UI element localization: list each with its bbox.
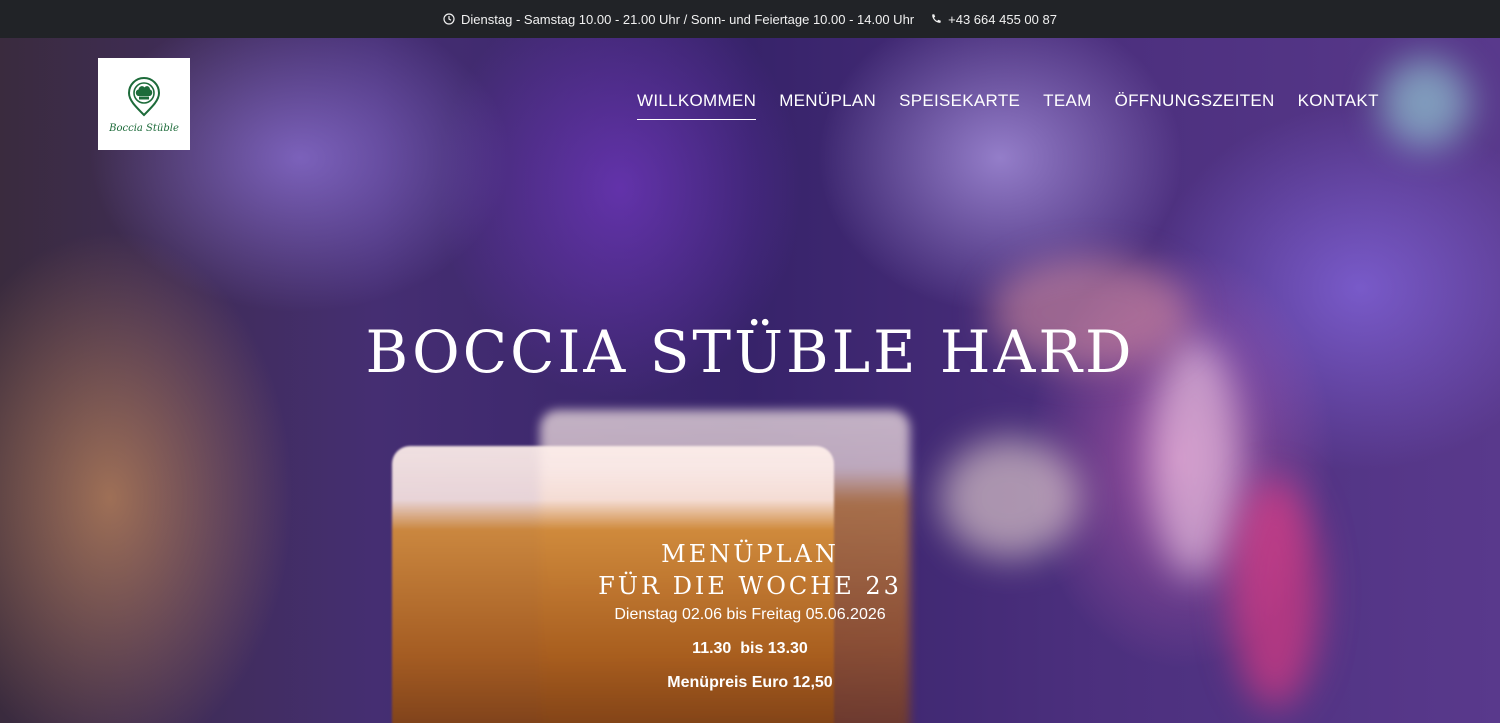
menu-price: Menüpreis Euro 12,50 <box>667 674 833 691</box>
nav-item-team[interactable]: TEAM <box>1043 91 1091 120</box>
nav-item-oeffnungszeiten[interactable]: ÖFFNUNGSZEITEN <box>1115 91 1275 120</box>
menu-heading-line1: MENÜPLAN <box>661 540 839 568</box>
top-info-bar: Dienstag - Samstag 10.00 - 21.00 Uhr / S… <box>0 0 1500 38</box>
menu-dates: Dienstag 02.06 bis Freitag 05.06.2026 <box>614 606 886 623</box>
weekly-menu-info: MENÜPLAN FÜR DIE WOCHE 23 Dienstag 02.06… <box>0 538 1500 694</box>
clock-icon <box>443 13 455 25</box>
main-navigation: WILLKOMMEN MENÜPLAN SPEISEKARTE TEAM ÖFF… <box>637 91 1379 120</box>
logo-text: Boccia Stüble <box>109 122 179 134</box>
opening-hours-text: Dienstag - Samstag 10.00 - 21.00 Uhr / S… <box>461 11 915 27</box>
menu-heading-line2: FÜR DIE WOCHE 23 <box>598 572 902 600</box>
phone-info[interactable]: +43 664 455 00 87 <box>930 12 1057 27</box>
nav-item-speisekarte[interactable]: SPEISEKARTE <box>899 91 1020 120</box>
site-logo[interactable]: Boccia Stüble <box>98 58 190 150</box>
hours-info: Dienstag - Samstag 10.00 - 21.00 Uhr / S… <box>443 12 914 27</box>
chef-hat-icon <box>121 75 167 121</box>
menu-time: 11.30 bis 13.30 <box>692 640 808 657</box>
hero-title: BOCCIA STÜBLE HARD <box>365 318 1135 386</box>
phone-number[interactable]: +43 664 455 00 87 <box>948 12 1057 27</box>
phone-icon <box>930 13 942 25</box>
nav-item-willkommen[interactable]: WILLKOMMEN <box>637 91 757 120</box>
nav-item-kontakt[interactable]: KONTAKT <box>1298 91 1379 120</box>
nav-item-menueplan[interactable]: MENÜPLAN <box>779 91 876 120</box>
